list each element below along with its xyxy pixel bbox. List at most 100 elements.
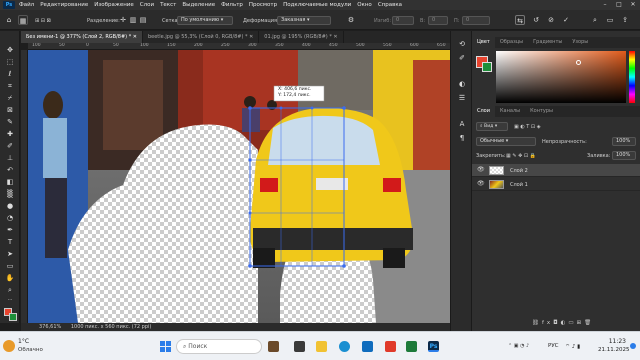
app-icon[interactable] bbox=[406, 341, 417, 352]
share-icon[interactable]: ⇪ bbox=[620, 15, 630, 25]
menu-layers[interactable]: Слои bbox=[140, 2, 154, 8]
visibility-eye-icon[interactable]: 👁 bbox=[477, 180, 485, 187]
bend-input[interactable]: 0 bbox=[392, 16, 414, 25]
color-picker-cursor[interactable] bbox=[576, 60, 581, 65]
adjustments-panel-icon[interactable]: ◐ bbox=[455, 79, 469, 90]
path-select-tool-icon[interactable]: ➤ bbox=[3, 249, 17, 260]
character-panel-icon[interactable]: A bbox=[455, 119, 469, 130]
blur-tool-icon[interactable]: ● bbox=[3, 201, 17, 212]
hand-tool-icon[interactable]: ✋ bbox=[3, 273, 17, 284]
menu-edit[interactable]: Редактирование bbox=[40, 2, 88, 8]
mask-icon[interactable]: ◘ bbox=[553, 320, 560, 326]
menu-select[interactable]: Выделение bbox=[182, 2, 215, 8]
document-canvas[interactable]: X: 406,6 пикс. Y: 172,4 пикс. bbox=[28, 50, 450, 323]
menu-filter[interactable]: Фильтр bbox=[221, 2, 243, 8]
taskbar-search[interactable]: ⌕ Поиск bbox=[176, 339, 262, 354]
object-select-tool-icon[interactable]: ⌗ bbox=[3, 81, 17, 92]
menu-help[interactable]: Справка bbox=[378, 2, 402, 8]
frame-tool-icon[interactable]: ⊠ bbox=[3, 105, 17, 116]
warp-orientation-icon[interactable]: ⇆ bbox=[515, 15, 525, 25]
marquee-tool-icon[interactable]: ⬚ bbox=[3, 57, 17, 68]
fill-input[interactable]: 100% bbox=[612, 151, 636, 160]
minimize-icon[interactable]: – bbox=[598, 0, 612, 10]
stamp-tool-icon[interactable]: ⊥ bbox=[3, 153, 17, 164]
tab-swatches[interactable]: Образцы bbox=[495, 37, 528, 48]
layer-row-selected[interactable]: 👁 Слой 2 bbox=[472, 164, 640, 177]
eyedropper-tool-icon[interactable]: ✎ bbox=[3, 117, 17, 128]
tab-untitled-1[interactable]: Без имени-1 @ 377% (Слой 2, RGB/8#) * ✕ bbox=[21, 31, 143, 43]
tray-icons[interactable]: ⌃ ▣ ◔ ♪ bbox=[508, 343, 529, 349]
dodge-tool-icon[interactable]: ◔ bbox=[3, 213, 17, 224]
menu-window[interactable]: Окно bbox=[357, 2, 372, 8]
menu-file[interactable]: Файл bbox=[19, 2, 34, 8]
close-icon[interactable]: ✕ bbox=[626, 0, 640, 10]
crop-tool-icon[interactable]: ⌿ bbox=[3, 93, 17, 104]
color-panel-background-swatch[interactable] bbox=[482, 62, 492, 72]
start-button-icon[interactable] bbox=[160, 341, 171, 352]
lasso-tool-icon[interactable]: ℓ bbox=[3, 69, 17, 80]
split-cross-icon[interactable]: ✛ bbox=[118, 15, 128, 25]
document-size[interactable]: 1000 пикс. x 560 пикс. (72 ppi) bbox=[71, 324, 152, 330]
tab-01[interactable]: 01.jpg @ 195% (RGB/8#) * ✕ bbox=[259, 31, 344, 43]
history-brush-icon[interactable]: ↶ bbox=[3, 165, 17, 176]
yandex-browser-icon[interactable] bbox=[385, 341, 396, 352]
weather-icon[interactable] bbox=[3, 340, 15, 352]
properties-panel-icon[interactable]: ☰ bbox=[455, 93, 469, 104]
layer-row[interactable]: 👁 Слой 1 bbox=[472, 178, 640, 191]
gradient-tool-icon[interactable]: ▒ bbox=[3, 189, 17, 200]
layer-name[interactable]: Слой 2 bbox=[510, 168, 528, 174]
menu-type[interactable]: Текст bbox=[160, 2, 176, 8]
fx-icon[interactable]: fx bbox=[542, 320, 553, 326]
file-explorer-icon[interactable] bbox=[316, 341, 327, 352]
photoshop-taskbar-icon[interactable]: Ps bbox=[428, 341, 439, 352]
tab-patterns[interactable]: Узоры bbox=[567, 37, 593, 48]
opacity-input[interactable]: 100% bbox=[612, 137, 636, 146]
lock-icons[interactable]: ▦ ✎ ✥ ⊡ 🔒 bbox=[506, 153, 536, 159]
workspace-icon[interactable]: ▭ bbox=[605, 15, 615, 25]
paragraph-panel-icon[interactable]: ¶ bbox=[455, 133, 469, 144]
reset-icon[interactable]: ↺ bbox=[531, 15, 541, 25]
menu-plugins[interactable]: Подключаемые модули bbox=[283, 2, 351, 8]
weather-temp[interactable]: 1°С bbox=[18, 338, 29, 345]
cancel-transform-icon[interactable]: ⊘ bbox=[546, 15, 556, 25]
menu-view[interactable]: Просмотр bbox=[249, 2, 277, 8]
brush-panel-icon[interactable]: ✐ bbox=[455, 53, 469, 64]
eraser-tool-icon[interactable]: ◧ bbox=[3, 177, 17, 188]
taskbar-app-icon[interactable] bbox=[268, 341, 279, 352]
rectangle-tool-icon[interactable]: ▭ bbox=[3, 261, 17, 272]
warp-tool-icon[interactable]: ▦ bbox=[18, 15, 28, 25]
trash-icon[interactable]: 🗑 bbox=[584, 320, 594, 326]
split-vertical-icon[interactable]: ▥ bbox=[128, 15, 138, 25]
deform-select[interactable]: Заказная ▾ bbox=[277, 16, 331, 25]
background-color-swatch[interactable] bbox=[9, 313, 17, 321]
layer-filter-select[interactable]: ⌕ Вид ▾ bbox=[476, 122, 508, 131]
tab-color[interactable]: Цвет bbox=[472, 37, 495, 48]
tray-status-icons[interactable]: ⌔ ♪ ▮ bbox=[565, 343, 580, 350]
photoshop-logo[interactable]: Ps bbox=[3, 1, 15, 9]
p-input[interactable]: 0 bbox=[462, 16, 490, 25]
layer-filter-icons[interactable]: ▣ ◐ T ⊡ ◈ bbox=[514, 124, 541, 130]
clock-time[interactable]: 11:23 bbox=[598, 338, 626, 345]
maximize-icon[interactable]: □ bbox=[612, 0, 626, 10]
link-icon[interactable]: ⛓ bbox=[532, 320, 542, 326]
type-tool-icon[interactable]: T bbox=[3, 237, 17, 248]
edge-icon[interactable] bbox=[339, 341, 350, 352]
tab-gradients[interactable]: Градиенты bbox=[528, 37, 567, 48]
task-view-icon[interactable] bbox=[294, 341, 305, 352]
store-icon[interactable] bbox=[362, 341, 373, 352]
color-picker-field[interactable] bbox=[496, 51, 626, 103]
clock-date[interactable]: 21.11.2025 bbox=[598, 347, 630, 353]
tab-layers[interactable]: Слои bbox=[472, 106, 495, 117]
tab-channels[interactable]: Каналы bbox=[495, 106, 525, 117]
layer-name[interactable]: Слой 1 bbox=[510, 182, 528, 188]
home-icon[interactable]: ⌂ bbox=[4, 15, 14, 25]
tab-beetle[interactable]: beetle.jpg @ 55,3% (Слой 0, RGB/8#) * ✕ bbox=[143, 31, 260, 43]
menu-image[interactable]: Изображение bbox=[94, 2, 134, 8]
search-icon[interactable]: ⌕ bbox=[590, 15, 600, 25]
history-panel-icon[interactable]: ⟲ bbox=[455, 39, 469, 50]
commit-transform-icon[interactable]: ✓ bbox=[561, 15, 571, 25]
grid-select[interactable]: По умолчанию ▾ bbox=[177, 16, 233, 25]
tab-paths[interactable]: Контуры bbox=[525, 106, 558, 117]
v-input[interactable]: 0 bbox=[428, 16, 448, 25]
split-horizontal-icon[interactable]: ▤ bbox=[138, 15, 148, 25]
